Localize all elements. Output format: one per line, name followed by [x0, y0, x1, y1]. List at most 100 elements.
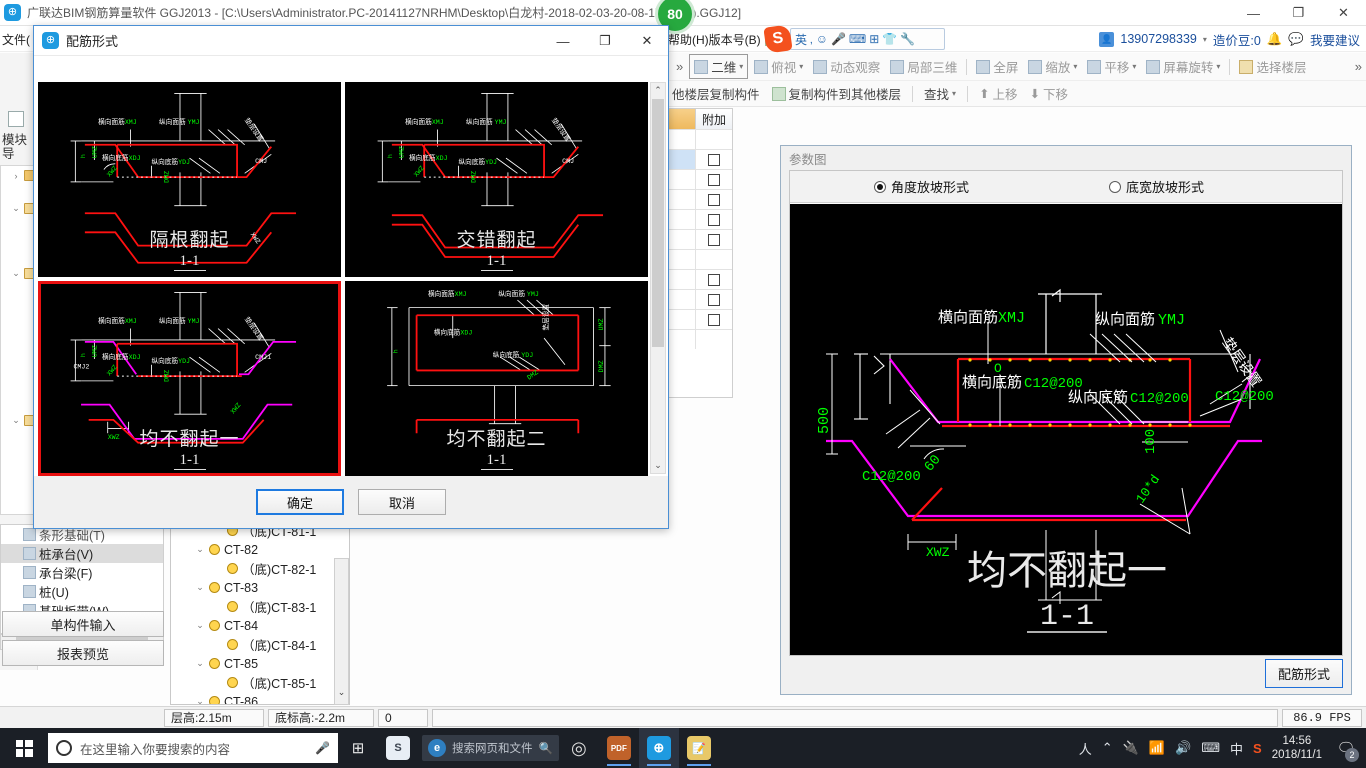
tree-row[interactable]: ⌄ CT-84	[171, 616, 349, 635]
tool-copy-from-floor[interactable]: 他楼层复制构件	[668, 82, 764, 105]
tree-row[interactable]: （底)CT-83-1	[171, 597, 349, 616]
show-hidden-icons-chevron-up-icon[interactable]: ⌃	[1102, 740, 1113, 756]
radio-angle-slope-icon[interactable]	[874, 180, 886, 193]
tree-twisty-icon[interactable]: ⌄	[11, 268, 21, 279]
component-instance-tree[interactable]: （底)CT-81-1 ⌄ CT-82 （底)CT-82-1 ⌄ CT-83 （底)CT-83…	[170, 520, 350, 705]
battery-icon[interactable]: 🔌	[1123, 740, 1139, 756]
maximize-button[interactable]: ❐	[1276, 0, 1321, 26]
tree-row[interactable]: ⌄ CT-85	[171, 654, 349, 673]
tool-move-down[interactable]: ⬇ 下移	[1026, 82, 1073, 105]
tree-twisty-icon[interactable]: ⌄	[195, 620, 205, 631]
tool-2d[interactable]: 二维 ▾	[689, 54, 749, 79]
tree-twisty-icon[interactable]: ⌄	[195, 544, 205, 555]
single-component-input-button[interactable]: 单构件输入	[2, 611, 164, 637]
extra-checkbox[interactable]	[708, 273, 720, 286]
option-tile-junbu-fanqi-yi[interactable]: 横向面筋 XMJ 纵向面筋 YMJ 横向底筋 XDJ 纵向底筋 YDJ CMJ1 CMJ…	[38, 281, 341, 476]
taskbar-app-onenote[interactable]: S	[378, 728, 418, 768]
instance-tree-scrollbar[interactable]: ⌄	[334, 558, 349, 705]
tool-find[interactable]: 查找 ▾	[920, 82, 960, 105]
property-grid-row[interactable]	[666, 229, 732, 249]
ok-button[interactable]: 确定	[256, 489, 344, 515]
radio-width-slope-icon[interactable]	[1109, 180, 1122, 193]
minimize-button[interactable]: —	[1231, 0, 1276, 26]
tree-row[interactable]: ⌄ CT-83	[171, 578, 349, 597]
tree-twisty-icon[interactable]: ⌄	[11, 415, 21, 426]
toolbar-overflow-right-icon[interactable]: »	[1351, 59, 1366, 74]
tree-row[interactable]: ⌄ CT-82	[171, 540, 349, 559]
extra-checkbox[interactable]	[708, 173, 720, 186]
clock[interactable]: 14:56 2018/11/1	[1272, 734, 1322, 763]
tool-screen-rotate-chevron-down-icon[interactable]: ▾	[1216, 62, 1220, 71]
extra-checkbox[interactable]	[708, 213, 720, 226]
ime-handwriting-icon[interactable]: ⊞	[869, 32, 879, 46]
ime-keyboard-icon[interactable]: ⌨	[849, 32, 866, 46]
toolbar-overflow-left-icon[interactable]: »	[672, 59, 687, 74]
taskbar-app-pdf[interactable]: PDF	[599, 728, 639, 768]
cad-preview-canvas[interactable]: O 500 C12@200 60 100 XWZ 10*d 横向面筋 XMJ 纵…	[790, 204, 1342, 655]
people-icon[interactable]: 人	[1079, 739, 1092, 758]
tool-topview[interactable]: 俯视 ▾	[750, 55, 807, 78]
menu-item-version[interactable]: 版本号(B)	[709, 31, 761, 48]
microphone-icon[interactable]: 🎤	[315, 741, 330, 755]
tool-move-up[interactable]: ⬆ 上移	[975, 82, 1022, 105]
start-button[interactable]	[0, 728, 48, 768]
property-grid-row[interactable]	[666, 129, 732, 149]
option-tile-jiaocuo-fanqi[interactable]: 横向面筋 XMJ 纵向面筋 YMJ 横向底筋 XDJ 纵向底筋 YDJ CMJ h UM…	[345, 82, 648, 277]
ime-punctuation-icon[interactable]: ‚	[810, 32, 813, 46]
tool-find-chevron-down-icon[interactable]: ▾	[952, 89, 956, 98]
tree-item-zhuangchengtai[interactable]: 桩承台(V)	[1, 544, 163, 563]
menu-item-file[interactable]: 文件(	[2, 31, 30, 48]
tool-pan-chevron-down-icon[interactable]: ▾	[1132, 62, 1136, 71]
bell-icon[interactable]: 🔔	[1267, 32, 1283, 47]
keyboard-icon[interactable]: ⌨	[1201, 740, 1220, 756]
tree-twisty-icon[interactable]: ⌄	[195, 696, 205, 704]
dialog-close-button[interactable]: ✕	[626, 26, 668, 56]
search-icon[interactable]: 🔍	[539, 741, 553, 755]
tree-twisty-icon[interactable]: ⌄	[195, 658, 205, 669]
cancel-button[interactable]: 取消	[358, 489, 446, 515]
ime-mode-icon[interactable]: 中	[1230, 739, 1243, 758]
volume-icon[interactable]: 🔊	[1175, 740, 1191, 756]
property-grid-row[interactable]	[666, 169, 732, 189]
tree-row[interactable]: （底)CT-84-1	[171, 635, 349, 654]
tool-local-3d[interactable]: 局部三维	[886, 55, 961, 78]
property-grid-row[interactable]	[666, 249, 732, 269]
extra-checkbox[interactable]	[708, 293, 720, 306]
extra-checkbox[interactable]	[708, 153, 720, 166]
extra-checkbox[interactable]	[708, 313, 720, 326]
ime-voice-icon[interactable]: 🎤	[831, 32, 846, 46]
tree-row[interactable]: （底)CT-82-1	[171, 559, 349, 578]
property-grid-row[interactable]	[666, 329, 732, 349]
taskbar-ie-search[interactable]: e 搜索网页和文件 🔍	[422, 735, 559, 761]
rebar-form-button[interactable]: 配筋形式	[1264, 658, 1343, 688]
wifi-icon[interactable]: 📶	[1149, 740, 1165, 756]
tree-twisty-icon[interactable]: ›	[11, 171, 21, 181]
extra-checkbox[interactable]	[708, 193, 720, 206]
property-grid-row[interactable]	[666, 209, 732, 229]
dialog-minimize-button[interactable]: —	[542, 26, 584, 56]
report-preview-button[interactable]: 报表预览	[2, 640, 164, 666]
tree-row[interactable]: ⌄ CT-86	[171, 692, 349, 704]
tree-row[interactable]: （底)CT-85-1	[171, 673, 349, 692]
tool-zoom[interactable]: 缩放 ▾	[1024, 55, 1081, 78]
property-grid-row[interactable]	[666, 189, 732, 209]
tool-screen-rotate[interactable]: 屏幕旋转 ▾	[1142, 55, 1224, 78]
tool-topview-chevron-down-icon[interactable]: ▾	[799, 62, 803, 71]
ime-skin-icon[interactable]: 👕	[882, 32, 897, 46]
extra-checkbox[interactable]	[708, 233, 720, 246]
beans-label[interactable]: 造价豆:0	[1213, 30, 1261, 49]
ime-emoji-icon[interactable]: ☺	[816, 32, 828, 46]
ime-language-icon[interactable]: 英	[795, 31, 807, 48]
option-tile-gegen-fanqi[interactable]: 横向面筋 XMJ 纵向面筋 YMJ 横向底筋 XDJ 纵向底筋 YDJ CMJ h UM…	[38, 82, 341, 277]
task-view-button[interactable]: ⊞	[338, 728, 378, 768]
tool-select-floor[interactable]: 选择楼层	[1235, 55, 1310, 78]
tool-pan[interactable]: 平移 ▾	[1083, 55, 1140, 78]
tool-fullscreen[interactable]: 全屏	[972, 55, 1022, 78]
taskbar-app-spiral[interactable]: ◎	[559, 728, 599, 768]
tool-2d-chevron-down-icon[interactable]: ▾	[739, 62, 743, 71]
tree-twisty-icon[interactable]: ⌄	[195, 582, 205, 593]
dialog-maximize-button[interactable]: ❐	[584, 26, 626, 56]
sogou-tray-icon[interactable]: S	[1253, 741, 1262, 756]
account-chevron-down-icon[interactable]: ▾	[1203, 35, 1207, 44]
tree-item-chengtailiang[interactable]: 承台梁(F)	[1, 563, 163, 582]
